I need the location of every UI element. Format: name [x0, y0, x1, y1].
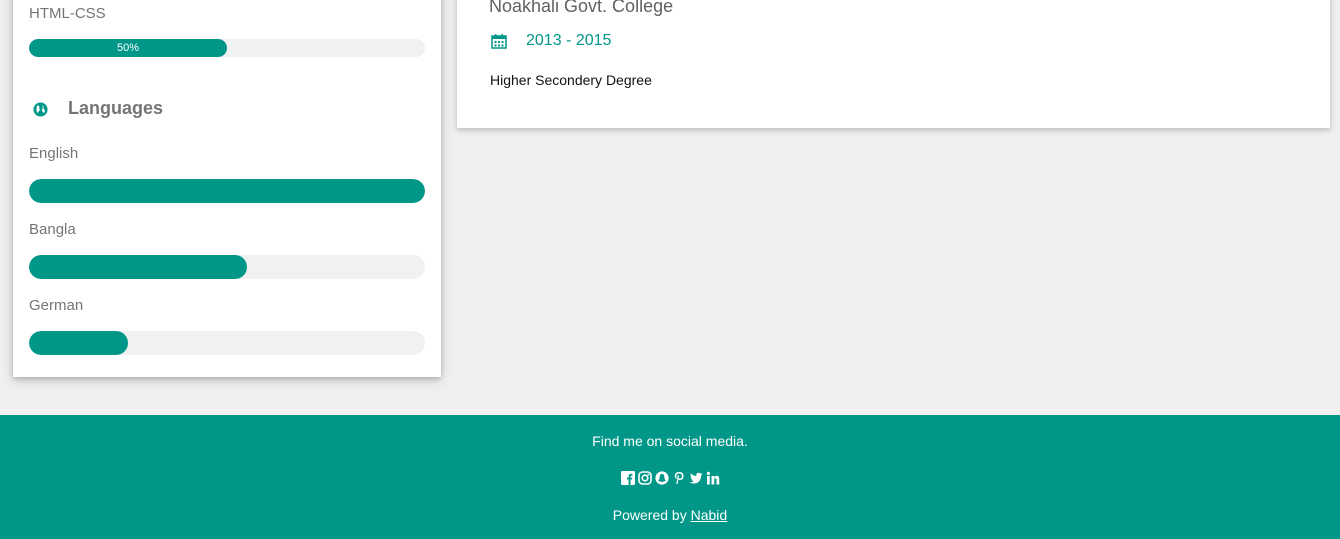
language-label-english: English — [29, 145, 79, 162]
linkedin-icon[interactable] — [706, 471, 720, 485]
language-bar-german — [29, 331, 425, 355]
language-bar-fill — [29, 331, 128, 355]
skill-label-html-css: HTML-CSS — [29, 5, 106, 22]
skills-card: HTML-CSS 50% Languages English Bangla Ge… — [13, 0, 441, 377]
languages-title: Languages — [68, 98, 164, 118]
twitter-icon[interactable] — [689, 471, 703, 485]
skill-bar-fill: 50% — [29, 39, 227, 57]
skill-bar-html-css: 50% — [29, 39, 425, 57]
institution-name: Noakhali Govt. College — [489, 0, 674, 16]
language-bar-english — [29, 179, 425, 203]
footer-tagline: Find me on social media. — [592, 433, 748, 449]
pinterest-icon[interactable] — [672, 471, 686, 485]
language-label-german: German — [29, 297, 84, 314]
social-icons — [0, 471, 1340, 485]
powered-by-prefix: Powered by — [612, 507, 691, 523]
education-card: Noakhali Govt. College 2013 - 2015 Highe… — [457, 0, 1330, 128]
footer: Find me on social media. Powered by Nabi… — [0, 415, 1340, 539]
language-bar-bangla — [29, 255, 425, 279]
degree-name: Higher Secondery Degree — [490, 72, 652, 88]
education-dates: 2013 - 2015 — [526, 32, 612, 49]
language-label-bangla: Bangla — [29, 221, 76, 238]
calendar-icon — [491, 34, 507, 49]
globe-icon — [33, 102, 48, 117]
facebook-icon[interactable] — [620, 471, 635, 485]
language-bar-fill — [29, 255, 247, 279]
instagram-icon[interactable] — [637, 471, 652, 485]
language-bar-fill — [29, 179, 425, 203]
author-link[interactable]: Nabid — [691, 507, 728, 523]
snapchat-icon[interactable] — [654, 471, 669, 485]
powered-by: Powered by Nabid — [0, 507, 1340, 523]
